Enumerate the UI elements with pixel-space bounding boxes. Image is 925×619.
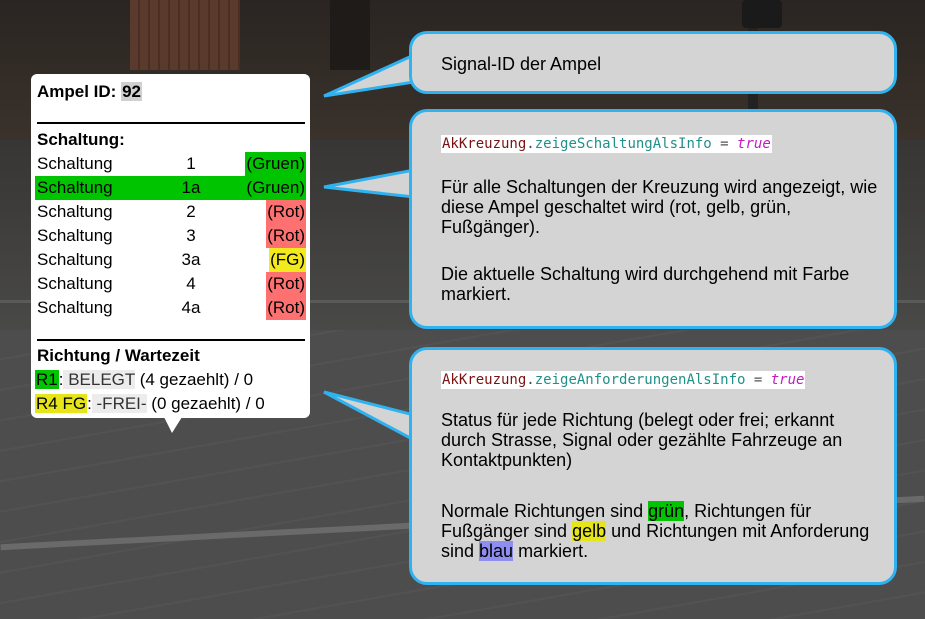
- schaltung-number: 3a: [181, 250, 201, 269]
- code-value: true: [770, 372, 805, 388]
- schaltung-heading: Schaltung:: [37, 130, 125, 149]
- code-object: AkKreuzung: [442, 136, 527, 152]
- schaltung-state: (Gruen): [245, 152, 306, 176]
- schaltung-number: 4: [186, 274, 196, 293]
- code-equals: =: [711, 136, 738, 152]
- info-panel-tail: [164, 417, 182, 433]
- code-object: AkKreuzung: [442, 372, 527, 388]
- code-snippet: AkKreuzung.zeigeAnforderungenAlsInfo = t…: [441, 371, 806, 389]
- code-property: zeigeSchaltungAlsInfo: [534, 136, 712, 152]
- richtung-status: BELEGT: [63, 370, 135, 389]
- schaltung-name: Schaltung: [37, 250, 113, 269]
- ampel-id-value: 92: [121, 82, 142, 101]
- schaltung-row: Schaltung 2 (Rot): [35, 200, 306, 224]
- schaltung-number: 2: [186, 202, 196, 221]
- schaltung-number: 4a: [181, 298, 201, 317]
- schaltung-state: (Rot): [266, 224, 306, 248]
- dark-doorway: [330, 0, 370, 70]
- ampel-info-panel: Ampel ID: 92 Schaltung: Schaltung 1 (Gru…: [31, 74, 310, 418]
- richtung-tag: R4 FG: [35, 394, 88, 413]
- richtung-status: -FREI-: [91, 394, 147, 413]
- code-snippet: AkKreuzung.zeigeSchaltungAlsInfo = true: [441, 135, 772, 153]
- schaltung-state: (Rot): [266, 272, 306, 296]
- schaltung-state: (FG): [269, 248, 306, 272]
- schaltung-row: Schaltung 1 (Gruen): [35, 152, 306, 176]
- ampel-id-title: Ampel ID: 92: [37, 80, 142, 104]
- highlight-yellow: gelb: [572, 521, 607, 541]
- richtung-detail: (4 gezaehlt) / 0: [134, 370, 254, 389]
- richtung-row: R4 FG: -FREI- (0 gezaehlt) / 0: [35, 392, 265, 416]
- schaltung-row: Schaltung 3a (FG): [35, 248, 306, 272]
- richtung-tag: R1: [35, 370, 59, 389]
- richtung-heading: Richtung / Wartezeit: [37, 346, 200, 365]
- schaltung-row: Schaltung 3 (Rot): [35, 224, 306, 248]
- callout-schaltung: AkKreuzung.zeigeSchaltungAlsInfo = true …: [409, 109, 897, 329]
- schaltung-row-active: Schaltung 1a (Gruen): [35, 176, 306, 200]
- schaltung-state: (Rot): [266, 296, 306, 320]
- code-dot: .: [526, 372, 535, 388]
- callout-2-paragraph-2: Die aktuelle Schaltung wird durchgehend …: [441, 264, 850, 304]
- text-segment: Normale Richtungen sind: [441, 501, 649, 521]
- schaltung-number: 3: [186, 226, 196, 245]
- schaltung-row: Schaltung 4 (Rot): [35, 272, 306, 296]
- schaltung-name: Schaltung: [37, 202, 113, 221]
- schaltung-state: (Gruen): [245, 176, 306, 200]
- code-equals: =: [745, 372, 771, 388]
- callout-1-text: Signal-ID der Ampel: [441, 54, 602, 74]
- schaltung-row: Schaltung 4a (Rot): [35, 296, 306, 320]
- traffic-light-head: [742, 0, 782, 28]
- callout-2-paragraph-1: Für alle Schaltungen der Kreuzung wird a…: [441, 177, 878, 237]
- callout-3-paragraph-2: Normale Richtungen sind grün, Richtungen…: [441, 501, 881, 561]
- wooden-door: [130, 0, 240, 70]
- schaltung-name: Schaltung: [37, 274, 113, 293]
- callout-richtungen: AkKreuzung.zeigeAnforderungenAlsInfo = t…: [409, 347, 897, 585]
- schaltung-number: 1a: [181, 178, 201, 197]
- schaltung-name: Schaltung: [37, 178, 113, 197]
- schaltung-state: (Rot): [266, 200, 306, 224]
- text-segment: markiert.: [513, 541, 589, 561]
- callout-signal-id: Signal-ID der Ampel: [409, 31, 897, 94]
- schaltung-name: Schaltung: [37, 298, 113, 317]
- richtung-row: R1: BELEGT (4 gezaehlt) / 0: [35, 368, 253, 392]
- callout-3-paragraph-1: Status für jede Richtung (belegt oder fr…: [441, 410, 843, 470]
- schaltung-number: 1: [186, 154, 196, 173]
- code-dot: .: [526, 136, 535, 152]
- highlight-blue: blau: [479, 541, 514, 561]
- code-property: zeigeAnforderungenAlsInfo: [534, 372, 746, 388]
- schaltung-name: Schaltung: [37, 226, 113, 245]
- highlight-green: grün: [648, 501, 685, 521]
- ampel-id-label: Ampel ID:: [37, 82, 117, 101]
- divider: [37, 122, 305, 124]
- schaltung-name: Schaltung: [37, 154, 113, 173]
- richtung-detail: (0 gezaehlt) / 0: [146, 394, 265, 413]
- code-value: true: [737, 136, 771, 152]
- divider: [37, 339, 305, 341]
